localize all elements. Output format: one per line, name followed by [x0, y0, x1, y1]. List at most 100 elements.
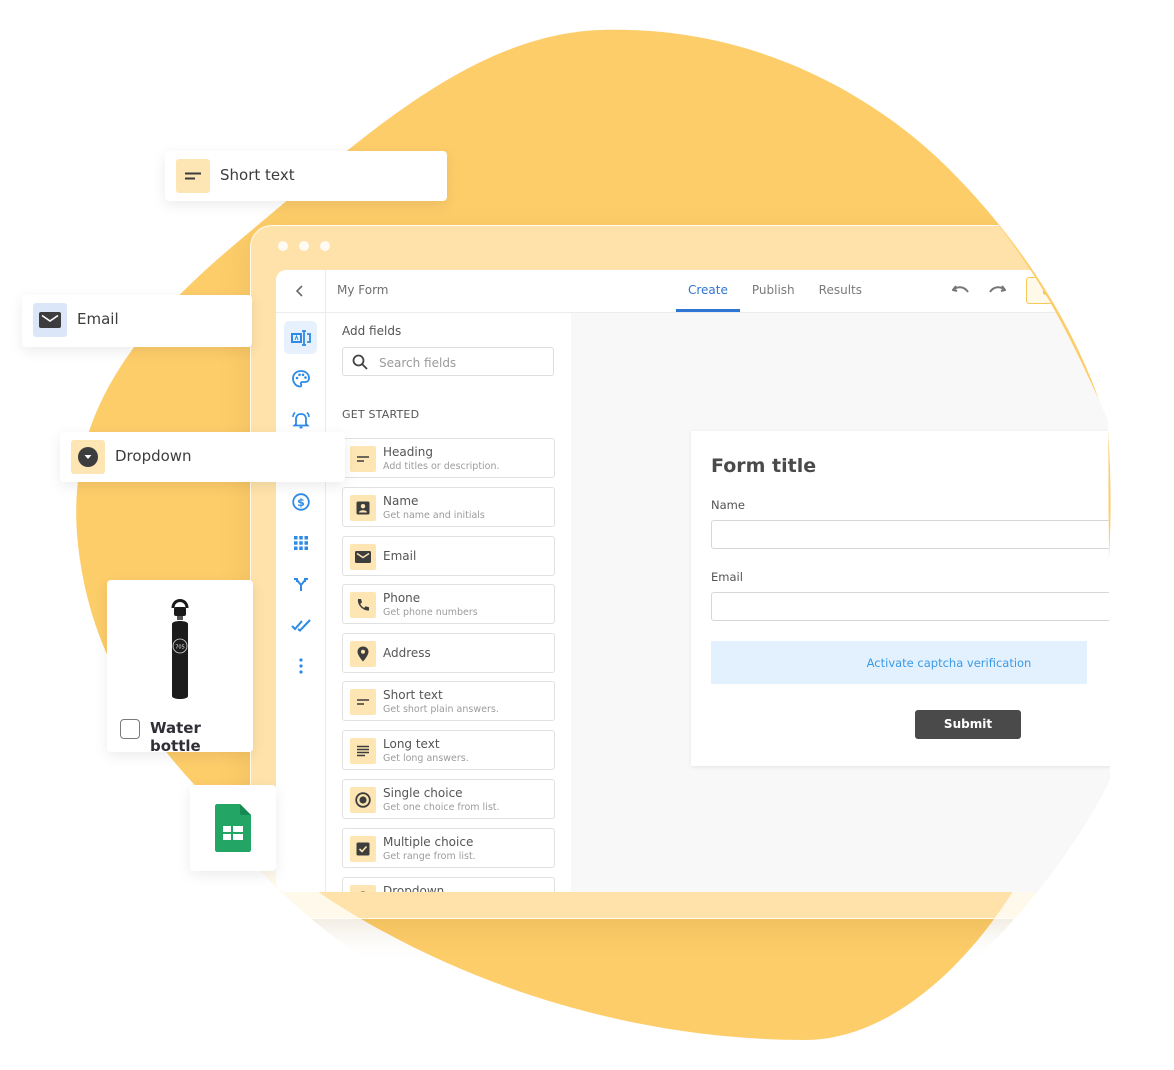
field-item-name[interactable]: Name Get name and initials [342, 487, 555, 527]
back-button[interactable] [290, 281, 310, 301]
envelope-icon [350, 544, 376, 570]
product-checkbox[interactable] [120, 719, 140, 739]
top-bar: My Form Create Publish Results Upgrade [276, 270, 1150, 313]
field-desc: Get long answers. [383, 753, 469, 764]
email-input[interactable] [711, 592, 1131, 621]
redo-button[interactable] [988, 282, 1006, 301]
field-item-long-text[interactable]: Long text Get long answers. [342, 730, 555, 770]
submit-button[interactable]: Submit [915, 710, 1021, 739]
field-item-email[interactable]: Email [342, 536, 555, 576]
checkbox-icon [350, 836, 376, 862]
field-label: Long text [383, 737, 440, 751]
field-label: Single choice [383, 786, 463, 800]
heading-icon [350, 446, 376, 472]
short-text-icon [176, 159, 210, 193]
captcha-banner[interactable]: Activate captcha verification [711, 641, 1087, 684]
floating-card-short-text[interactable]: Short text [165, 151, 447, 201]
map-pin-icon [350, 641, 376, 667]
floating-card-label: Email [77, 310, 119, 328]
envelope-icon [33, 303, 67, 337]
email-field-label: Email [711, 570, 743, 584]
phone-icon [350, 592, 376, 618]
radio-icon [350, 787, 376, 813]
tab-publish[interactable]: Publish [740, 270, 807, 312]
dropdown-circle-icon [350, 885, 376, 892]
field-label: Address [383, 646, 431, 660]
name-input[interactable] [711, 520, 1131, 549]
redo-icon [988, 283, 1006, 297]
more-vertical-icon [298, 658, 304, 674]
rail-item-more[interactable] [284, 649, 317, 682]
form-canvas: Form title Name Email Activate captcha v… [571, 313, 1150, 892]
field-label: Dropdown [383, 884, 445, 892]
field-item-address[interactable]: Address [342, 633, 555, 673]
field-item-heading[interactable]: Heading Add titles or description. [342, 438, 555, 478]
rail-item-payments[interactable]: $ [284, 485, 317, 518]
field-desc: Get range from list. [383, 851, 476, 862]
window-dot [278, 241, 288, 251]
rail-item-design[interactable] [284, 362, 317, 395]
upgrade-button[interactable]: Upgrade [1026, 277, 1116, 304]
field-label: Multiple choice [383, 835, 474, 849]
contact-card-icon [350, 495, 376, 521]
google-sheets-card[interactable] [190, 785, 276, 871]
short-text-icon [350, 689, 376, 715]
text-field-icon [291, 329, 311, 347]
floating-card-email[interactable]: Email [22, 295, 252, 347]
rail-item-logic[interactable] [284, 567, 317, 600]
search-icon [352, 354, 368, 370]
bottle-badge: 705 [175, 645, 185, 651]
field-desc: Get short plain answers. [383, 704, 499, 715]
form-builder-app: My Form Create Publish Results Upgrade $… [276, 270, 1150, 892]
long-text-icon [350, 738, 376, 764]
panel-title: Add fields [342, 324, 402, 338]
form-title[interactable]: Form title [711, 455, 816, 477]
field-item-multiple-choice[interactable]: Multiple choice Get range from list. [342, 828, 555, 868]
water-bottle-image: 705 [119, 590, 241, 710]
window-dot [299, 241, 309, 251]
svg-text:$: $ [297, 496, 305, 509]
section-heading: GET STARTED [342, 408, 420, 421]
field-item-phone[interactable]: Phone Get phone numbers [342, 584, 555, 624]
form-name[interactable]: My Form [337, 283, 389, 297]
tab-create[interactable]: Create [676, 270, 740, 312]
floating-card-label: Dropdown [115, 447, 192, 465]
rail-item-apps[interactable] [284, 526, 317, 559]
field-item-short-text[interactable]: Short text Get short plain answers. [342, 681, 555, 721]
main-tabs: Create Publish Results [676, 270, 874, 312]
product-choice-card[interactable]: 705 Water bottle [107, 580, 253, 755]
field-desc: Get phone numbers [383, 607, 478, 618]
form-preview-card: Form title Name Email Activate captcha v… [691, 431, 1150, 766]
palette-icon [292, 370, 310, 388]
window-controls [278, 241, 330, 251]
undo-button[interactable] [952, 282, 970, 301]
search-box [342, 347, 554, 376]
product-label: Water bottle [150, 719, 201, 755]
field-label: Short text [383, 688, 443, 702]
field-label: Name [383, 494, 419, 508]
tab-results[interactable]: Results [807, 270, 874, 312]
grid-apps-icon [293, 535, 309, 551]
field-item-single-choice[interactable]: Single choice Get one choice from list. [342, 779, 555, 819]
bell-ring-icon [291, 411, 311, 429]
captcha-label: Activate captcha verification [866, 655, 1032, 670]
google-sheets-icon [215, 804, 251, 852]
dollar-circle-icon: $ [292, 493, 310, 511]
field-item-dropdown[interactable]: Dropdown [342, 877, 555, 892]
field-label: Phone [383, 591, 421, 605]
search-fields-input[interactable] [377, 348, 551, 377]
rail-item-checks[interactable] [284, 608, 317, 641]
field-desc: Get name and initials [383, 510, 485, 521]
rail-item-fields[interactable] [284, 321, 317, 354]
dropdown-circle-icon [71, 440, 105, 474]
branch-logic-icon [293, 576, 309, 592]
name-field-label: Name [711, 498, 745, 512]
field-label: Email [383, 549, 417, 563]
floating-card-label: Short text [220, 166, 295, 184]
field-desc: Add titles or description. [383, 461, 500, 472]
floating-card-dropdown[interactable]: Dropdown [60, 432, 345, 482]
field-label: Heading [383, 445, 433, 459]
add-fields-panel: Add fields GET STARTED Heading Add title… [326, 313, 570, 892]
double-check-icon [291, 618, 311, 632]
chevron-left-icon [294, 285, 306, 297]
